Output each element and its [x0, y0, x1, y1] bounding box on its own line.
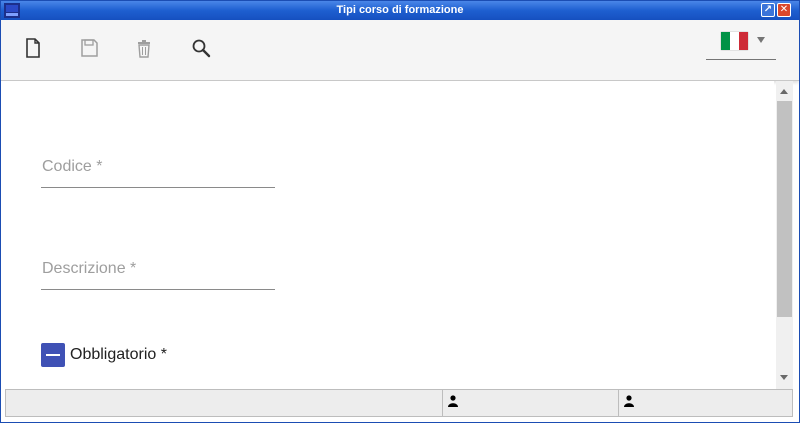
- toolbar: [1, 20, 799, 81]
- save-button[interactable]: [77, 36, 101, 60]
- flag-stripe-green: [721, 32, 730, 50]
- delete-button[interactable]: [132, 36, 156, 60]
- status-bar: [5, 389, 793, 417]
- delete-icon: [138, 40, 150, 58]
- language-select[interactable]: [706, 31, 776, 60]
- chevron-down-icon: [757, 37, 765, 43]
- user-icon: [624, 395, 634, 407]
- save-icon: [81, 39, 98, 57]
- mandatory-label: Obbligatorio *: [70, 346, 167, 363]
- flag-stripe-red: [739, 32, 748, 50]
- close-icon: ✕: [779, 4, 789, 15]
- user-icon: [448, 395, 458, 407]
- status-cell-user-2: [618, 390, 793, 416]
- maximize-button[interactable]: ↗: [761, 3, 775, 17]
- status-cell-user-1: [442, 390, 619, 416]
- flag-stripe-white: [730, 32, 739, 50]
- mandatory-row[interactable]: Obbligatorio *: [41, 343, 167, 367]
- scroll-thumb[interactable]: [777, 101, 792, 317]
- description-field[interactable]: Descrizione *: [41, 249, 279, 291]
- form-area: Codice * Descrizione * Obbligatorio *: [1, 81, 774, 389]
- description-input[interactable]: [41, 249, 279, 291]
- mandatory-checkbox[interactable]: [41, 343, 65, 367]
- title-bar[interactable]: Tipi corso di formazione ↗ ✕: [1, 1, 799, 20]
- app-window: Tipi corso di formazione ↗ ✕ Codice * De…: [0, 0, 800, 423]
- search-icon: [192, 39, 211, 58]
- code-field[interactable]: Codice *: [41, 147, 279, 189]
- italian-flag-icon: [721, 32, 748, 50]
- code-input[interactable]: [41, 147, 279, 189]
- close-button[interactable]: ✕: [777, 3, 791, 17]
- window-title: Tipi corso di formazione: [336, 4, 464, 16]
- maximize-icon: ↗: [763, 4, 773, 15]
- scroll-down-icon[interactable]: [780, 375, 788, 380]
- scroll-up-icon[interactable]: [780, 89, 788, 94]
- new-document-icon: [26, 38, 40, 58]
- new-button[interactable]: [21, 36, 45, 60]
- vertical-scrollbar[interactable]: [776, 81, 793, 389]
- search-button[interactable]: [189, 36, 213, 60]
